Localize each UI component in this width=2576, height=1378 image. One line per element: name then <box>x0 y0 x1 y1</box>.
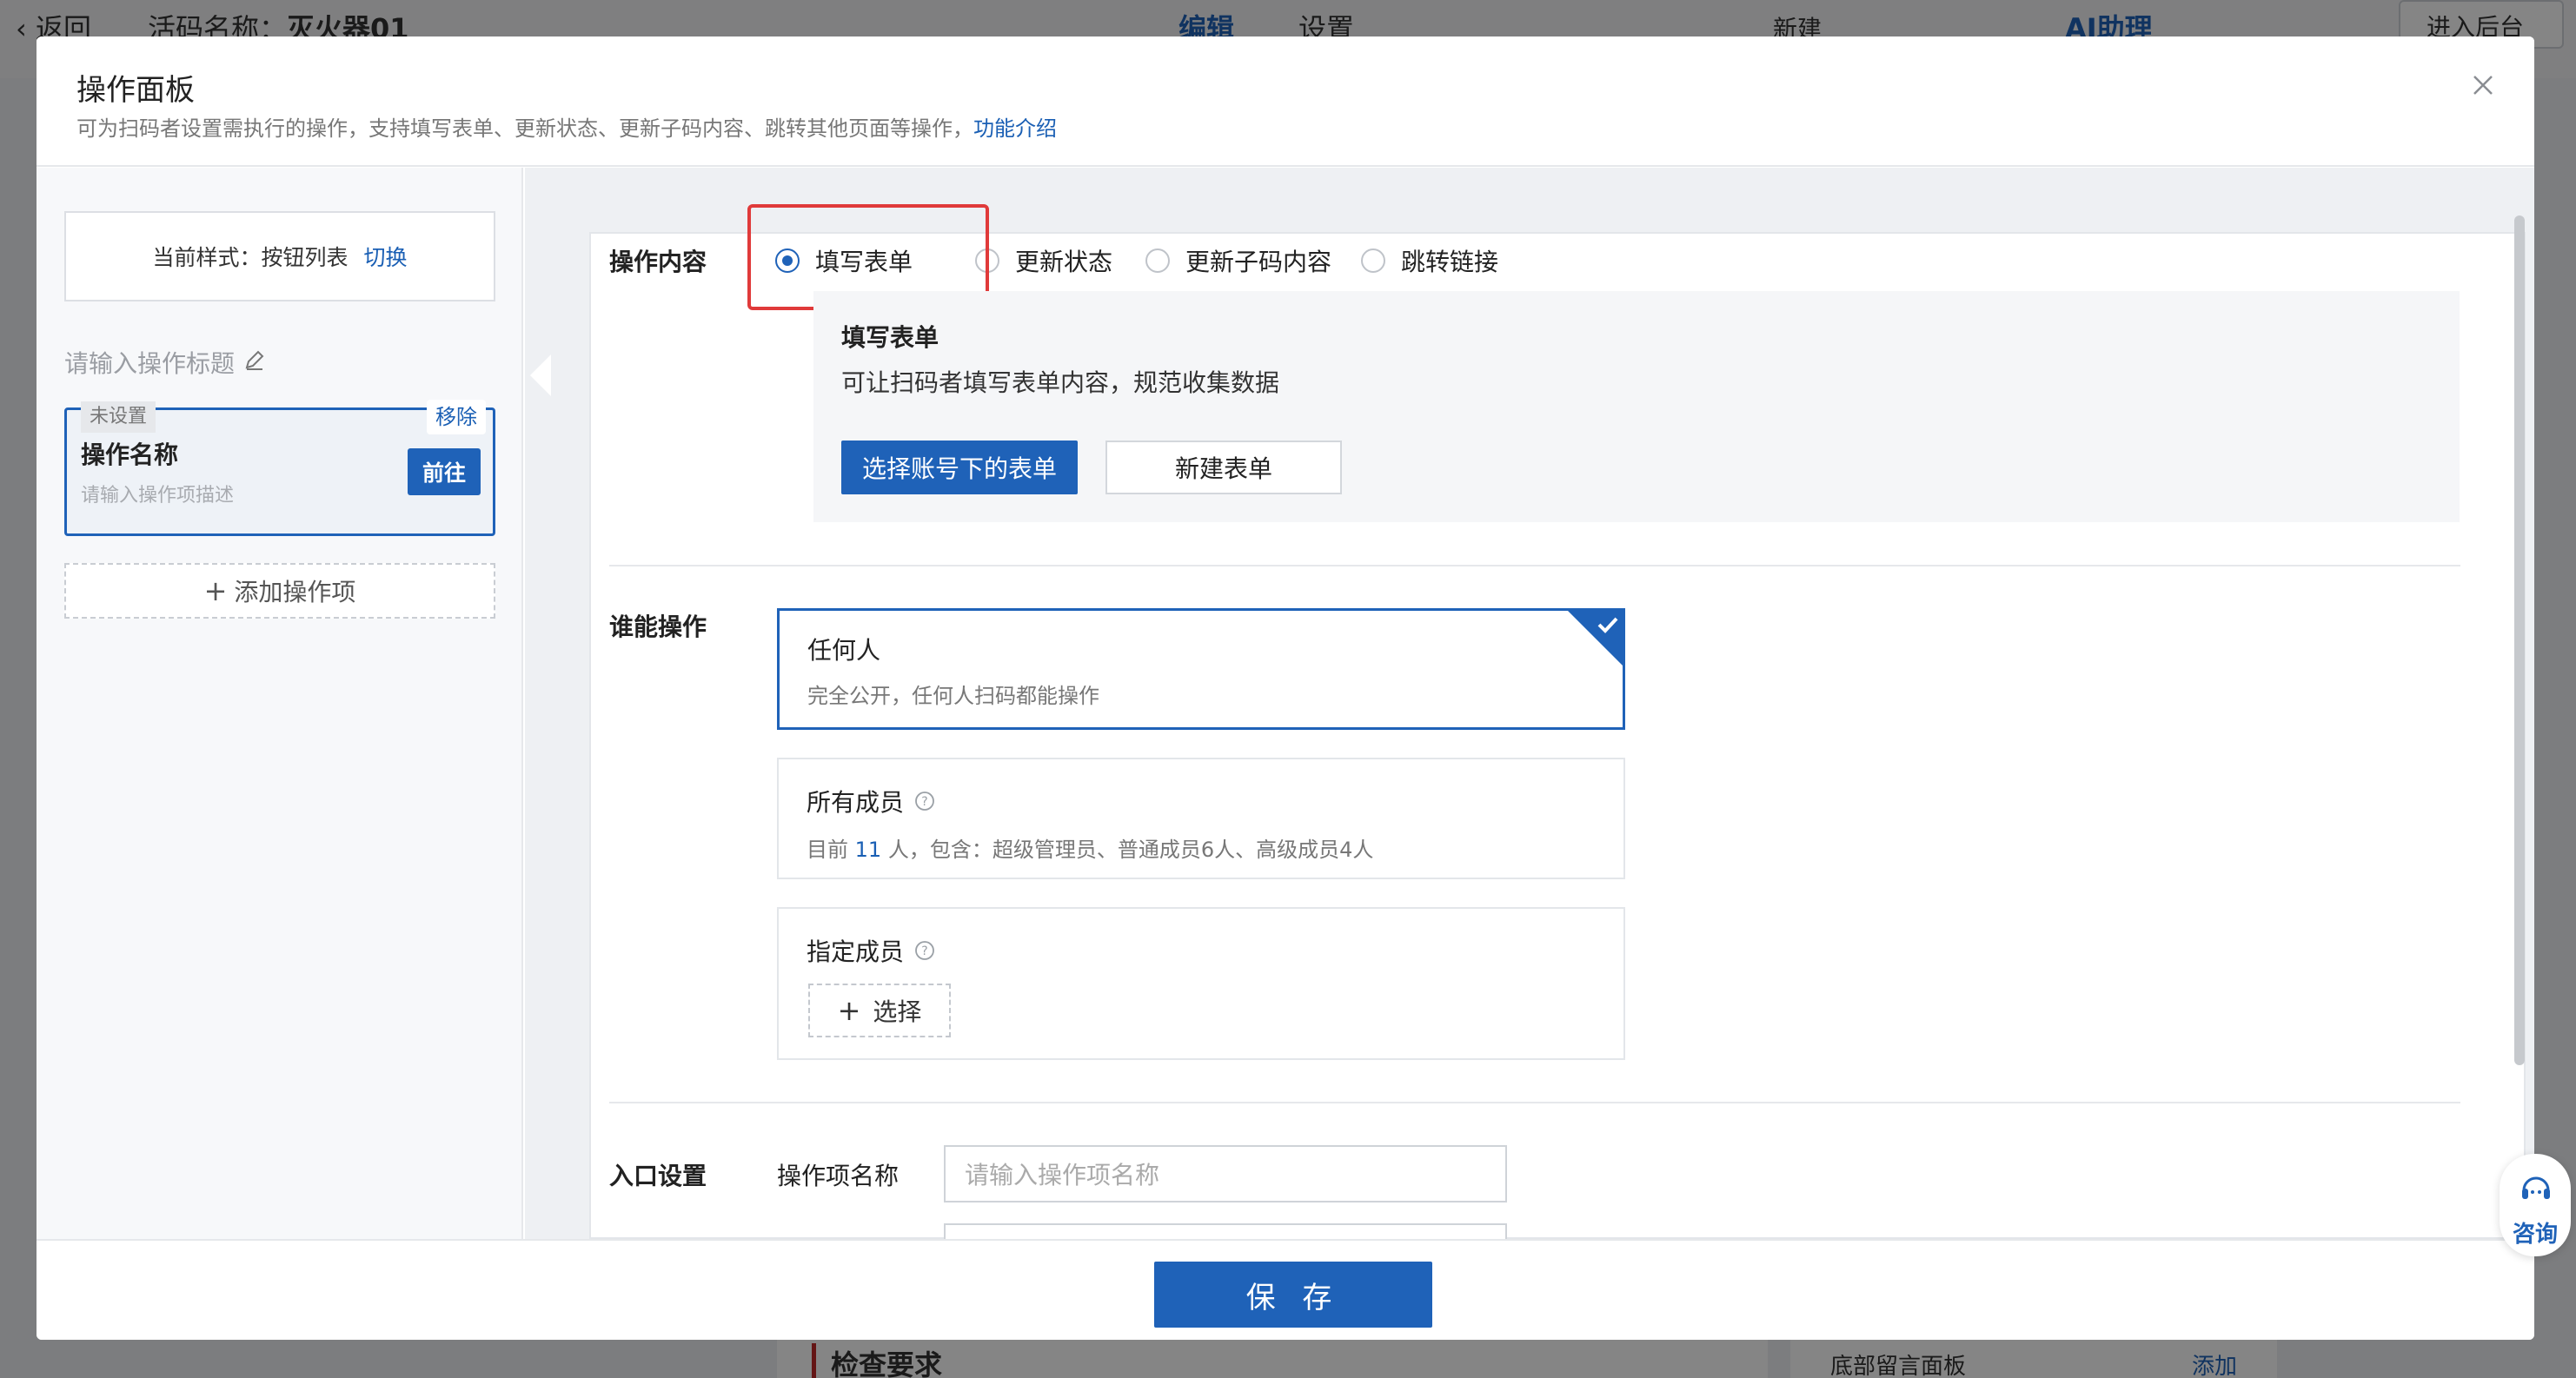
add-operation-item-button[interactable]: + 添加操作项 <box>64 563 495 619</box>
radio-jump-link-label: 跳转链接 <box>1401 248 1499 276</box>
radio-update-status-label: 更新状态 <box>1015 248 1113 276</box>
fill-form-title: 填写表单 <box>841 323 939 352</box>
operation-title-placeholder[interactable]: 请输入操作标题 <box>64 345 235 380</box>
choose-members-button[interactable]: + 选择 <box>808 984 951 1037</box>
option-anyone-card[interactable]: 任何人 完全公开，任何人扫码都能操作 <box>777 608 1625 730</box>
consult-floating-button[interactable]: 咨询 <box>2500 1154 2571 1256</box>
operation-content-label: 操作内容 <box>609 248 707 276</box>
select-account-form-button[interactable]: 选择账号下的表单 <box>841 441 1078 494</box>
close-icon[interactable] <box>2464 66 2502 104</box>
divider <box>609 565 2460 566</box>
current-style-box: 当前样式：按钮列表 切换 <box>64 211 495 301</box>
selected-check-icon <box>1568 611 1625 668</box>
save-button[interactable]: 保 存 <box>1154 1262 1432 1328</box>
svg-text:?: ? <box>921 944 927 958</box>
add-operation-label: 添加操作项 <box>234 578 356 606</box>
option-all-members-title-row: 所有成员 ? <box>807 784 935 818</box>
modal-header: 操作面板 可为扫码者设置需执行的操作，支持填写表单、更新状态、更新子码内容、跳转… <box>37 36 2534 167</box>
plus-icon: + <box>837 994 861 1027</box>
operation-item-card[interactable]: 未设置 移除 操作名称 请输入操作项描述 前往 <box>64 400 495 536</box>
help-circle-icon[interactable]: ? <box>914 791 935 812</box>
option-all-members-subtitle: 目前 11 人，包含：超级管理员、普通成员6人、高级成员4人 <box>807 832 1373 863</box>
remove-button[interactable]: 移除 <box>427 400 486 434</box>
option-anyone-subtitle: 完全公开，任何人扫码都能操作 <box>807 684 1099 708</box>
who-can-operate-label: 谁能操作 <box>609 613 707 641</box>
card-pointer-arrow <box>530 354 551 396</box>
option-anyone-title: 任何人 <box>807 636 881 665</box>
svg-text:?: ? <box>921 795 927 809</box>
divider <box>609 1102 2460 1103</box>
fill-form-panel: 填写表单 可让扫码者填写表单内容，规范收集数据 选择账号下的表单 新建表单 <box>813 291 2460 522</box>
next-input-partial[interactable] <box>944 1223 1507 1241</box>
radio-jump-link[interactable]: 跳转链接 <box>1361 243 1498 278</box>
operation-name: 操作名称 <box>81 441 179 469</box>
left-panel: 当前样式：按钮列表 切换 请输入操作标题 未设置 移除 操作名称 请输入操作项描… <box>37 168 523 1239</box>
operation-item-name-input[interactable]: 请输入操作项名称 <box>944 1145 1507 1202</box>
option-specific-title-row: 指定成员 ? <box>807 933 935 968</box>
radio-update-subcode-circle <box>1145 248 1170 273</box>
style-switch-link[interactable]: 切换 <box>364 241 408 272</box>
new-form-button[interactable]: 新建表单 <box>1105 441 1342 494</box>
radio-update-subcode-label: 更新子码内容 <box>1185 248 1332 276</box>
help-circle-icon[interactable]: ? <box>914 940 935 961</box>
current-style-label: 当前样式：按钮列表 <box>152 245 349 270</box>
edit-pencil-icon[interactable] <box>242 347 268 373</box>
option-all-members-title: 所有成员 <box>807 788 905 817</box>
plus-icon: + <box>203 574 228 607</box>
option-specific-members-card[interactable]: 指定成员 ? + 选择 <box>777 907 1625 1060</box>
consult-label: 咨询 <box>2512 1222 2558 1248</box>
headset-icon <box>2522 1176 2550 1199</box>
operation-item-name-label: 操作项名称 <box>777 1162 900 1190</box>
choose-label: 选择 <box>873 997 922 1026</box>
feature-intro-link[interactable]: 功能介绍 <box>973 116 1057 141</box>
radio-update-status[interactable]: 更新状态 <box>975 243 1112 278</box>
scrollbar-thumb[interactable] <box>2514 215 2525 1065</box>
modal-title: 操作面板 <box>76 73 195 108</box>
members-suffix: 人，包含：超级管理员、普通成员6人、高级成员4人 <box>887 838 1374 862</box>
radio-update-subcode[interactable]: 更新子码内容 <box>1145 243 1331 278</box>
modal-footer: 保 存 <box>37 1239 2534 1340</box>
entry-settings-label: 入口设置 <box>609 1162 707 1190</box>
operation-panel-modal: 操作面板 可为扫码者设置需执行的操作，支持填写表单、更新状态、更新子码内容、跳转… <box>37 36 2534 1340</box>
option-all-members-card[interactable]: 所有成员 ? 目前 11 人，包含：超级管理员、普通成员6人、高级成员4人 <box>777 758 1625 879</box>
members-prefix: 目前 <box>807 838 848 862</box>
members-count: 11 <box>854 838 882 862</box>
unset-tag: 未设置 <box>81 401 156 433</box>
modal-description-text: 可为扫码者设置需执行的操作，支持填写表单、更新状态、更新子码内容、跳转其他页面等… <box>76 116 973 141</box>
fill-form-description: 可让扫码者填写表单内容，规范收集数据 <box>841 368 1280 397</box>
operation-description-placeholder: 请输入操作项描述 <box>81 485 235 507</box>
modal-description: 可为扫码者设置需执行的操作，支持填写表单、更新状态、更新子码内容、跳转其他页面等… <box>76 111 1057 142</box>
go-button[interactable]: 前往 <box>408 448 481 495</box>
radio-jump-link-circle <box>1361 248 1385 273</box>
option-specific-title: 指定成员 <box>807 937 905 966</box>
